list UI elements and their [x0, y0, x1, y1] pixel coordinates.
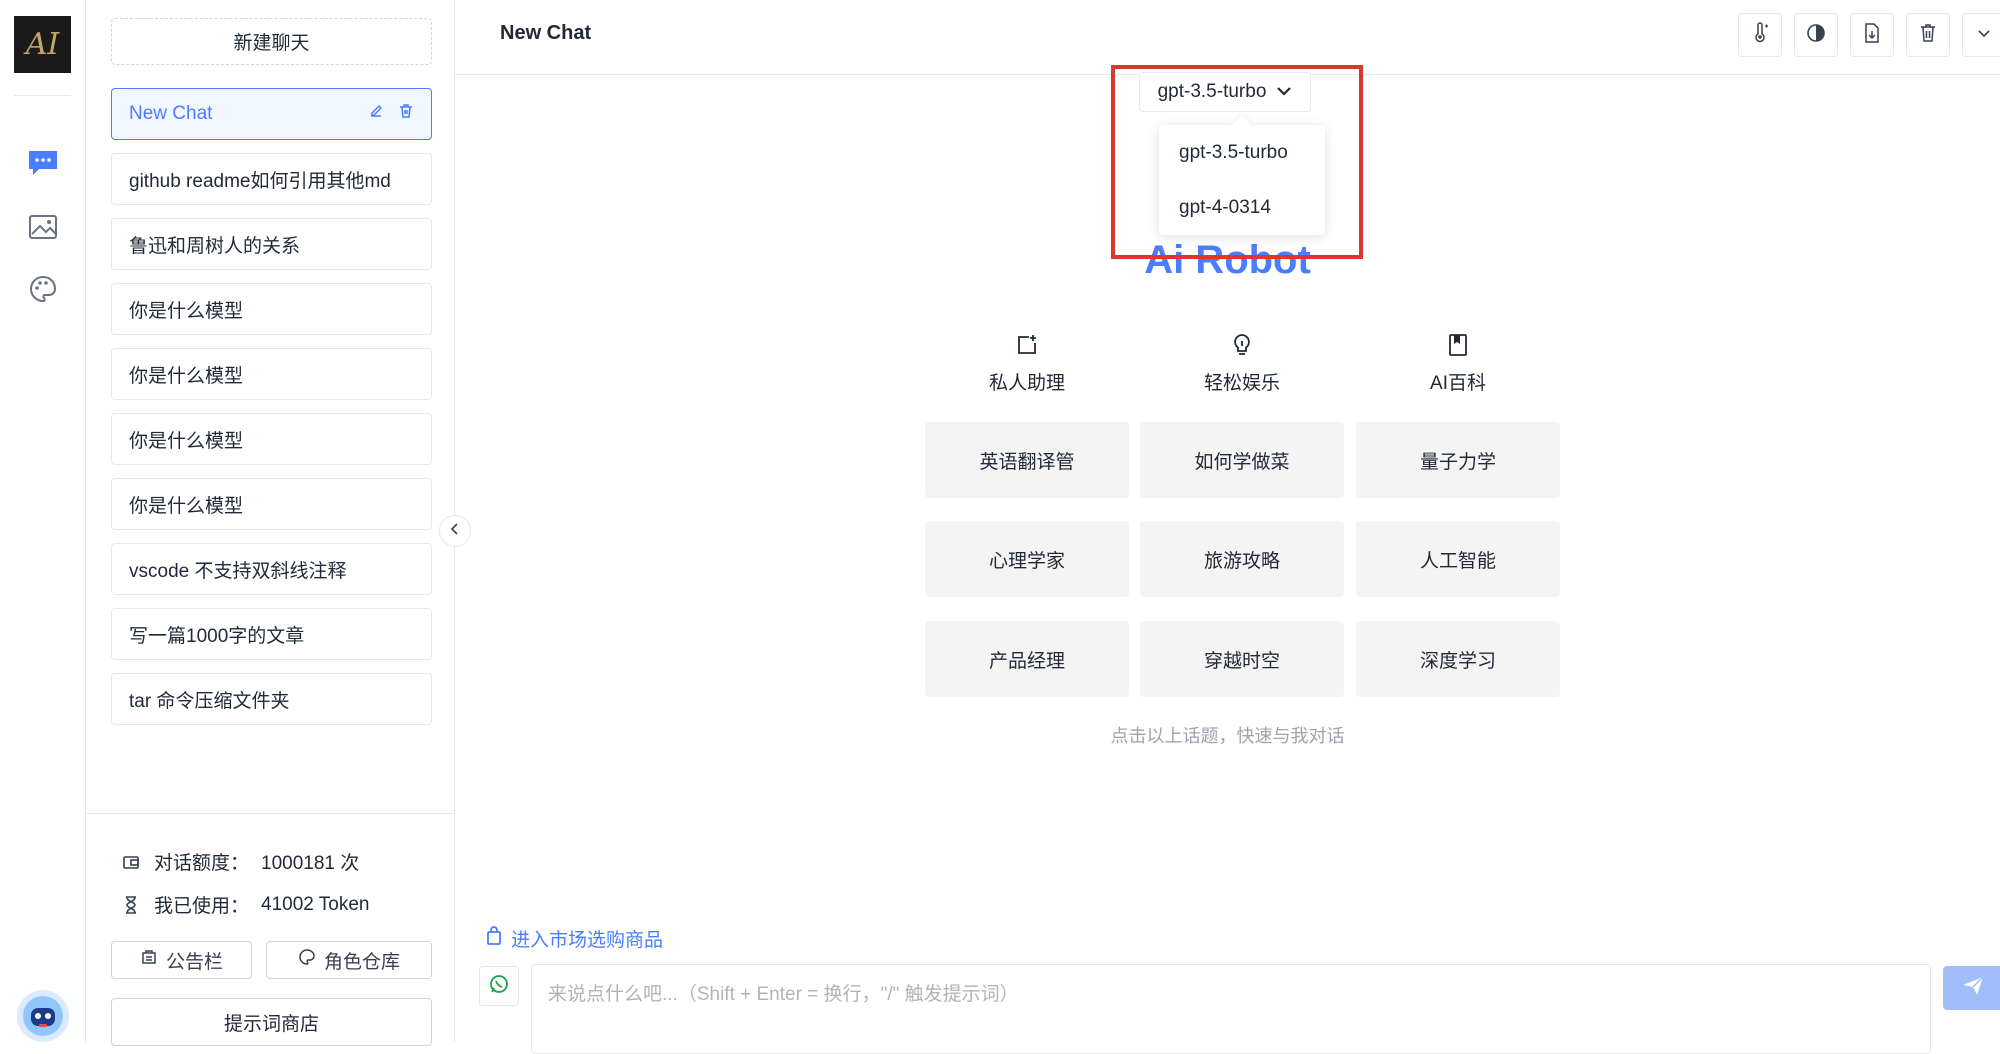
category-encyclopedia[interactable]: AI百科	[1356, 330, 1560, 395]
chat-item[interactable]: github readme如何引用其他md	[111, 153, 432, 205]
chat-item-label: 你是什么模型	[129, 430, 244, 452]
app-logo: AI	[14, 16, 71, 73]
rail-divider	[14, 95, 71, 96]
model-select-value: gpt-3.5-turbo	[1157, 81, 1267, 102]
chat-header: New Chat	[455, 0, 2000, 75]
book-icon	[1356, 330, 1560, 360]
topic-button[interactable]: 穿越时空	[1140, 621, 1344, 697]
chevron-down-icon	[1276, 81, 1292, 103]
model-dropdown: gpt-3.5-turbo gpt-4-0314	[1159, 125, 1325, 235]
chat-item[interactable]: vscode 不支持双斜线注释	[111, 543, 432, 595]
topics-hint: 点击以上话题，快速与我对话	[1110, 726, 1345, 746]
announcement-label: 公告栏	[165, 951, 223, 973]
wechat-icon	[488, 973, 510, 1000]
quota-label: 对话额度：	[154, 853, 250, 874]
model-option[interactable]: gpt-4-0314	[1159, 180, 1325, 235]
temperature-button[interactable]	[1738, 13, 1782, 57]
theme-button[interactable]	[1794, 13, 1838, 57]
topic-button[interactable]: 产品经理	[925, 621, 1129, 697]
chat-list: New Chat github readme如何引用其他md 鲁迅和周树人的关系…	[111, 88, 432, 738]
sidebar-divider	[86, 813, 455, 814]
chat-sidebar: 新建聊天 New Chat github readme如何引用其他md 鲁迅和周…	[86, 0, 455, 1046]
temperature-icon	[1749, 21, 1771, 49]
chat-item-label: 你是什么模型	[129, 300, 244, 322]
topic-button[interactable]: 心理学家	[925, 521, 1129, 597]
topic-button[interactable]: 人工智能	[1356, 521, 1560, 597]
category-entertainment[interactable]: 轻松娱乐	[1140, 330, 1344, 395]
chat-item-label: tar 命令压缩文件夹	[129, 690, 290, 712]
topic-button[interactable]: 深度学习	[1356, 621, 1560, 697]
chat-item-label: vscode 不支持双斜线注释	[129, 560, 347, 582]
chat-item-label: 你是什么模型	[129, 365, 244, 387]
wechat-button[interactable]	[479, 966, 519, 1006]
palette-small-icon	[298, 948, 316, 972]
roles-button[interactable]: 角色仓库	[266, 941, 432, 979]
collapse-sidebar-button[interactable]	[439, 515, 471, 547]
market-link[interactable]: 进入市场选购商品	[485, 925, 663, 952]
category-label: 私人助理	[988, 373, 1065, 394]
quota-row: 对话额度： 1000181 次	[122, 848, 359, 875]
chat-item-label: github readme如何引用其他md	[129, 170, 391, 192]
model-option[interactable]: gpt-3.5-turbo	[1159, 125, 1325, 180]
message-input[interactable]	[531, 964, 1931, 1054]
topic-button[interactable]: 英语翻译管	[925, 422, 1129, 498]
chat-item-active[interactable]: New Chat	[111, 88, 432, 140]
quota-value: 1000181 次	[261, 853, 360, 874]
chat-item[interactable]: 你是什么模型	[111, 348, 432, 400]
chevron-left-icon	[449, 522, 461, 541]
prompt-store-button[interactable]: 提示词商店	[111, 998, 432, 1046]
market-link-label: 进入市场选购商品	[511, 930, 664, 951]
brand-title: Ai Robot	[1144, 238, 1311, 282]
shopping-bag-icon	[485, 925, 503, 952]
lightbulb-icon	[1140, 330, 1344, 360]
main-panel: New Chat gpt-3.5-turbo gpt-3.5-turbo gpt…	[455, 0, 2000, 1054]
used-value: 41002 Token	[261, 893, 370, 915]
clear-chat-button[interactable]	[1906, 13, 1950, 57]
announcement-icon	[140, 948, 158, 972]
user-avatar[interactable]	[17, 990, 69, 1042]
contrast-icon	[1805, 22, 1827, 49]
chat-item-label: New Chat	[129, 103, 213, 124]
topic-button[interactable]: 旅游攻略	[1140, 521, 1344, 597]
chat-title: New Chat	[500, 22, 592, 44]
category-assistant[interactable]: 私人助理	[925, 330, 1129, 395]
wallet-icon	[122, 853, 148, 871]
trash-icon	[1918, 22, 1938, 49]
more-button[interactable]	[1962, 13, 2000, 57]
used-label: 我已使用：	[154, 896, 250, 917]
export-button[interactable]	[1850, 13, 1894, 57]
chevron-down-icon	[1977, 26, 1991, 44]
model-select[interactable]: gpt-3.5-turbo	[1139, 72, 1311, 112]
chat-item[interactable]: tar 命令压缩文件夹	[111, 673, 432, 725]
roles-label: 角色仓库	[323, 951, 400, 973]
send-button[interactable]	[1943, 966, 2000, 1010]
usage-row: 我已使用： 41002 Token	[122, 891, 370, 918]
delete-icon[interactable]	[398, 103, 414, 125]
topic-button[interactable]: 量子力学	[1356, 422, 1560, 498]
chat-item-label: 写一篇1000字的文章	[129, 625, 305, 647]
chat-item-label: 你是什么模型	[129, 495, 244, 517]
hourglass-icon	[122, 895, 148, 915]
chat-item[interactable]: 你是什么模型	[111, 283, 432, 335]
chat-item[interactable]: 你是什么模型	[111, 413, 432, 465]
assistant-icon	[925, 330, 1129, 360]
edit-icon[interactable]	[368, 103, 384, 125]
announcement-button[interactable]: 公告栏	[111, 941, 252, 979]
chat-item[interactable]: 写一篇1000字的文章	[111, 608, 432, 660]
topic-button[interactable]: 如何学做菜	[1140, 422, 1344, 498]
export-icon	[1862, 22, 1882, 49]
icon-rail: AI	[0, 0, 86, 1042]
chat-item[interactable]: 鲁迅和周树人的关系	[111, 218, 432, 270]
send-icon	[1961, 975, 1985, 1002]
rail-palette-icon[interactable]	[24, 270, 62, 308]
category-label: AI百科	[1430, 373, 1486, 394]
chat-item[interactable]: 你是什么模型	[111, 478, 432, 530]
rail-chat-icon[interactable]	[24, 144, 62, 182]
rail-image-icon[interactable]	[24, 208, 62, 246]
category-label: 轻松娱乐	[1203, 373, 1280, 394]
chat-item-label: 鲁迅和周树人的关系	[129, 235, 301, 257]
new-chat-button[interactable]: 新建聊天	[111, 18, 432, 65]
